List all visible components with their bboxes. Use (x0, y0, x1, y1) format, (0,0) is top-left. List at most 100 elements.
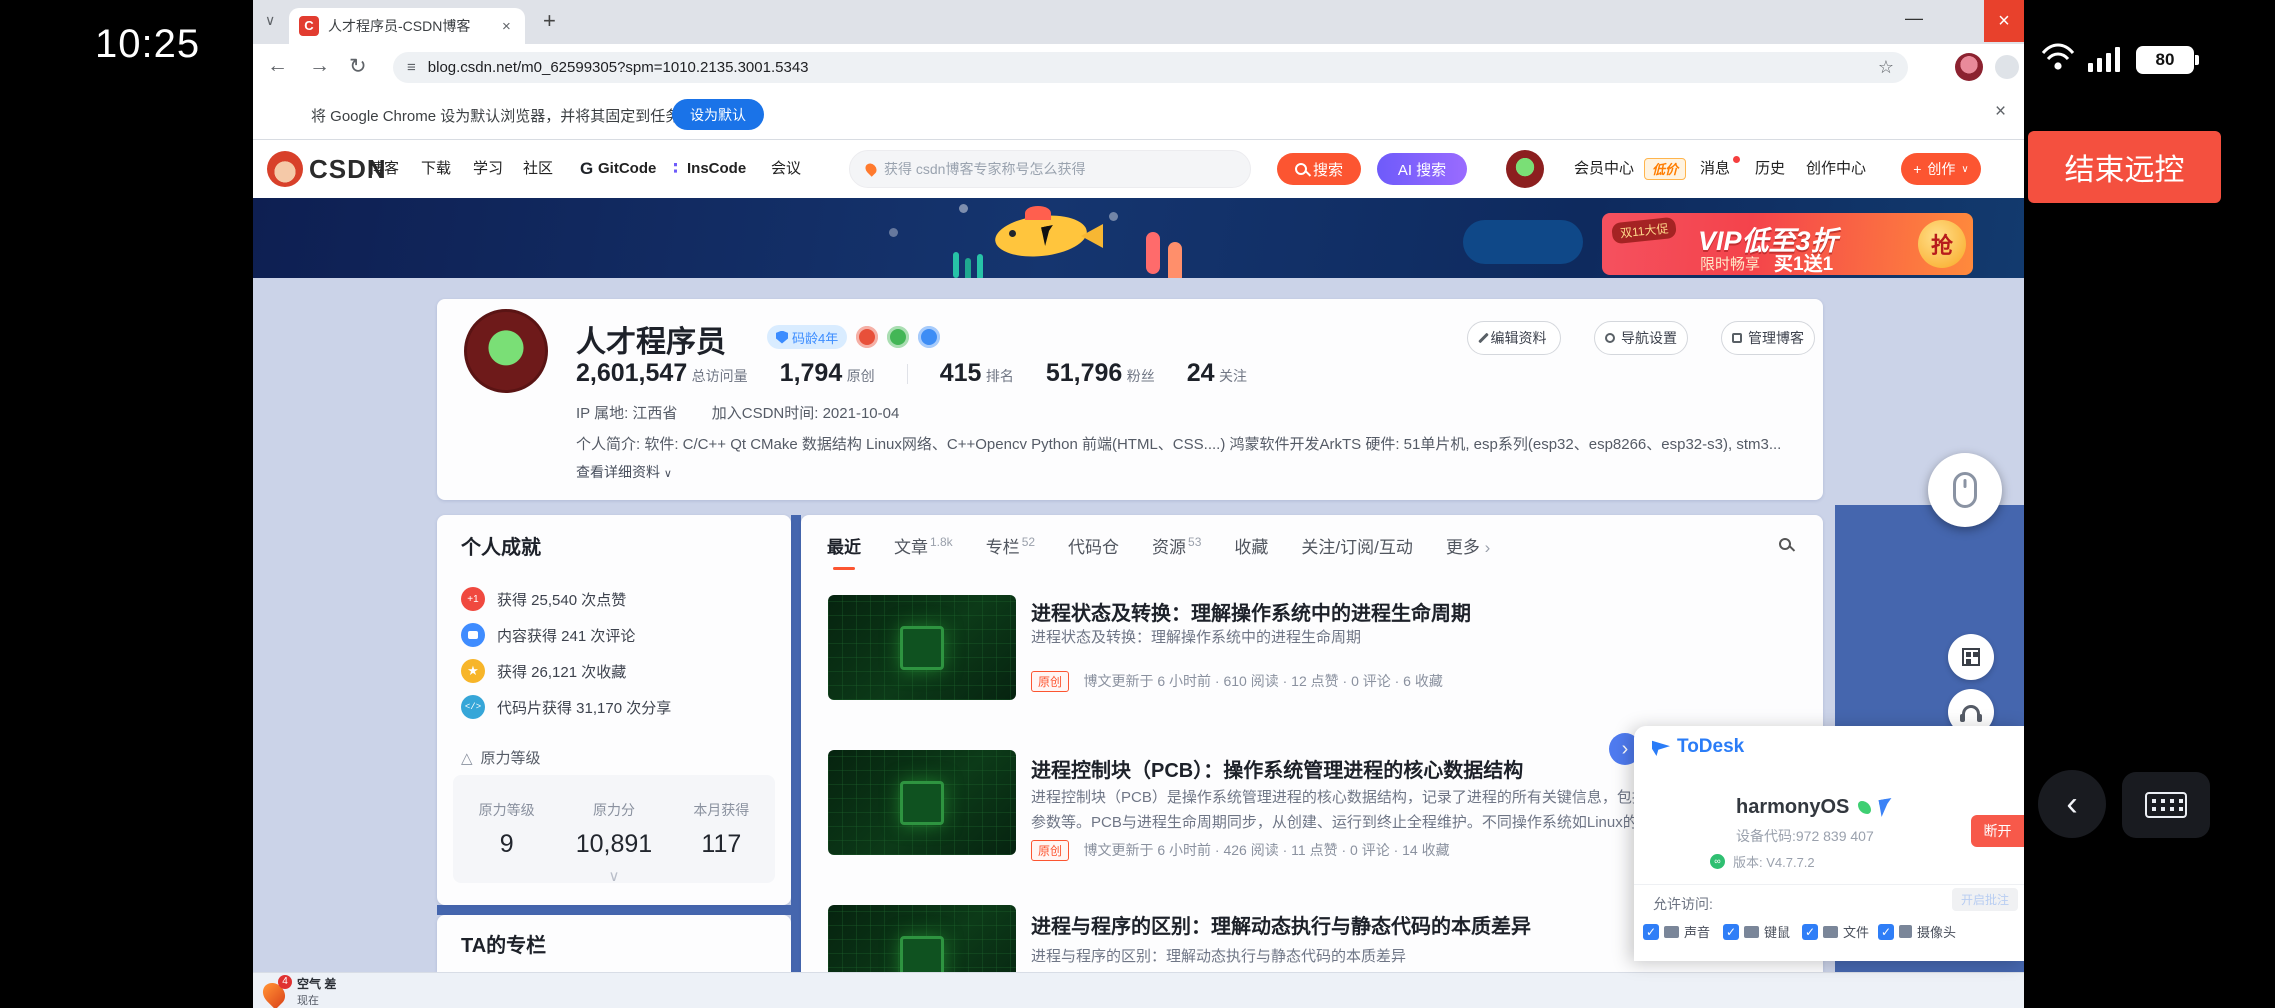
nav-item-inscode[interactable]: InsCode (687, 140, 746, 198)
checkbox-checked-icon[interactable]: ✓ (1723, 924, 1739, 940)
perm-keyboard-mouse[interactable]: ✓ 键鼠 (1723, 922, 1790, 941)
window-close-button[interactable]: × (1984, 0, 2024, 42)
browser-tab-strip: ∨ C 人才程序员-CSDN博客 × + — × (253, 0, 2024, 44)
force-level-icon: △ (461, 749, 473, 767)
back-button[interactable]: ← (267, 54, 288, 78)
perm-sound[interactable]: ✓ 声音 (1643, 922, 1710, 941)
checkbox-checked-icon[interactable]: ✓ (1643, 924, 1659, 940)
user-avatar-nav[interactable] (1506, 150, 1544, 188)
nav-member-center[interactable]: 会员中心 (1574, 140, 1634, 198)
manage-blog-button[interactable]: 管理博客 (1721, 321, 1815, 355)
original-badge: 原创 (1031, 671, 1069, 692)
tab-favorites[interactable]: 收藏 (1234, 533, 1268, 558)
keyboard-icon (2145, 792, 2187, 818)
hot-flame-icon (863, 161, 879, 177)
device-name-row: harmonyOS (1736, 796, 1893, 819)
post-thumbnail (828, 905, 1016, 972)
infobar-close-icon[interactable]: × (1995, 101, 2006, 123)
tab-resources[interactable]: 资源53 (1152, 533, 1201, 558)
post-title[interactable]: 进程状态及转换：理解操作系统中的进程生命周期 (1031, 597, 1471, 626)
nav-search-box[interactable]: 获得 csdn博客专家称号怎么获得 (849, 150, 1251, 188)
search-icon (1295, 163, 1307, 175)
keyboard-float-button[interactable] (2122, 772, 2210, 838)
promo-tagline: 限时畅享 (1700, 253, 1760, 274)
nav-creator-center[interactable]: 创作中心 (1806, 140, 1866, 198)
tab-recent[interactable]: 最近 (827, 533, 861, 558)
vip-promo-banner[interactable]: 双11大促 VIP低至3折 限时畅享 买1送1 抢 (1602, 213, 1973, 275)
window-minimize-button[interactable]: — (1905, 8, 1923, 29)
nav-item-blog[interactable]: 博客 (369, 140, 399, 198)
header-banner-illustration: 双11大促 VIP低至3折 限时畅享 买1送1 抢 (253, 198, 2024, 278)
mouse-float-button[interactable] (1928, 453, 2002, 527)
tab-repos[interactable]: 代码仓 (1068, 533, 1119, 558)
secure-link-icon: ∞ (1710, 854, 1725, 869)
tab-more[interactable]: 更多 › (1446, 533, 1490, 558)
nav-item-gitcode[interactable]: GitCode (598, 140, 656, 198)
content-search-icon[interactable] (1779, 538, 1791, 550)
disconnect-button[interactable]: 断开 (1971, 815, 2024, 847)
profile-detail-link[interactable]: 查看详细资料 ∨ (576, 462, 672, 482)
tab-title: 人才程序员-CSDN博客 (328, 16, 496, 36)
annotate-button[interactable]: 开启批注 (1952, 888, 2018, 911)
nav-item-meeting[interactable]: 会议 (771, 140, 801, 198)
promo-cta-button[interactable]: 抢 (1918, 220, 1966, 268)
phone-call-icon[interactable] (1858, 801, 1871, 814)
plus-icon: + (1913, 161, 1921, 177)
todesk-header: ToDesk (1652, 736, 1744, 758)
search-placeholder: 获得 csdn博客专家称号怎么获得 (884, 159, 1085, 179)
extensions-icon[interactable] (1995, 55, 2019, 79)
tab-follow[interactable]: 关注/订阅/互动 (1301, 533, 1412, 558)
edit-icon (1478, 333, 1489, 344)
end-remote-button[interactable]: 结束远控 (2028, 131, 2221, 203)
csdn-logo-icon[interactable] (267, 151, 303, 187)
address-bar[interactable]: ≡ blog.csdn.net/m0_62599305?spm=1010.213… (393, 52, 1908, 83)
force-month-col: 本月获得117 (668, 800, 775, 859)
set-default-button[interactable]: 设为默认 (672, 99, 764, 130)
tab-close-icon[interactable]: × (502, 18, 511, 35)
tab-search-chevron-icon[interactable]: ∨ (265, 12, 275, 29)
nav-settings-button[interactable]: 导航设置 (1594, 321, 1688, 355)
search-button[interactable]: 搜索 (1277, 153, 1361, 185)
ai-search-button[interactable]: AI 搜索 (1377, 153, 1467, 185)
nav-item-learn[interactable]: 学习 (473, 140, 503, 198)
fish-eye-decor (1009, 230, 1016, 237)
nav-item-download[interactable]: 下载 (421, 140, 451, 198)
forward-button[interactable]: → (309, 54, 330, 78)
checkbox-checked-icon[interactable]: ✓ (1878, 924, 1894, 940)
member-lowprice-badge[interactable]: 低价 (1644, 158, 1686, 180)
create-button[interactable]: + 创作 ∨ (1901, 153, 1981, 185)
browser-tab[interactable]: C 人才程序员-CSDN博客 × (289, 8, 525, 44)
weather-widget[interactable]: 4 空气 差 现在 (261, 975, 336, 1008)
perm-files[interactable]: ✓ 文件 (1802, 922, 1869, 941)
post-title[interactable]: 进程控制块（PCB）：操作系统管理进程的核心数据结构 (1031, 754, 1523, 783)
qr-float-button[interactable] (1948, 634, 1994, 680)
shield-icon (776, 331, 788, 344)
bubble-decor (959, 204, 968, 213)
url-text[interactable]: blog.csdn.net/m0_62599305?spm=1010.2135.… (428, 59, 809, 76)
chevron-right-icon: › (1485, 538, 1491, 557)
phone-screen: 10:25 80 结束远控 ‹ ∨ C 人才程序员-CSDN博客 × + — (0, 0, 2275, 1008)
profile-avatar[interactable] (464, 309, 548, 393)
back-float-button[interactable]: ‹ (2038, 770, 2106, 838)
todesk-brand: ToDesk (1677, 736, 1744, 758)
tab-columns[interactable]: 专栏52 (986, 533, 1035, 558)
bookmark-star-icon[interactable]: ☆ (1878, 57, 1894, 78)
nav-messages[interactable]: 消息 (1700, 140, 1730, 198)
stat-rank: 415 排名 (940, 359, 1014, 388)
checkbox-checked-icon[interactable]: ✓ (1802, 924, 1818, 940)
wifi-icon (2040, 42, 2076, 72)
nav-history[interactable]: 历史 (1755, 140, 1785, 198)
site-settings-icon[interactable]: ≡ (407, 59, 416, 76)
new-tab-button[interactable]: + (543, 8, 556, 34)
nav-item-community[interactable]: 社区 (523, 140, 553, 198)
infobar-text: 将 Google Chrome 设为默认浏览器，并将其固定到任务栏 (311, 105, 695, 126)
reload-button[interactable]: ↻ (349, 54, 367, 79)
perm-camera[interactable]: ✓ 摄像头 (1878, 922, 1956, 941)
expand-chevron-icon[interactable]: ∨ (609, 867, 620, 885)
tab-articles[interactable]: 文章1.8k (894, 533, 953, 558)
edit-profile-button[interactable]: 编辑资料 (1467, 321, 1561, 355)
profile-avatar-small[interactable] (1955, 53, 1983, 81)
comment-icon (461, 623, 485, 647)
post-title[interactable]: 进程与程序的区别：理解动态执行与静态代码的本质差异 (1031, 910, 1531, 939)
coral-decor (1146, 232, 1160, 274)
